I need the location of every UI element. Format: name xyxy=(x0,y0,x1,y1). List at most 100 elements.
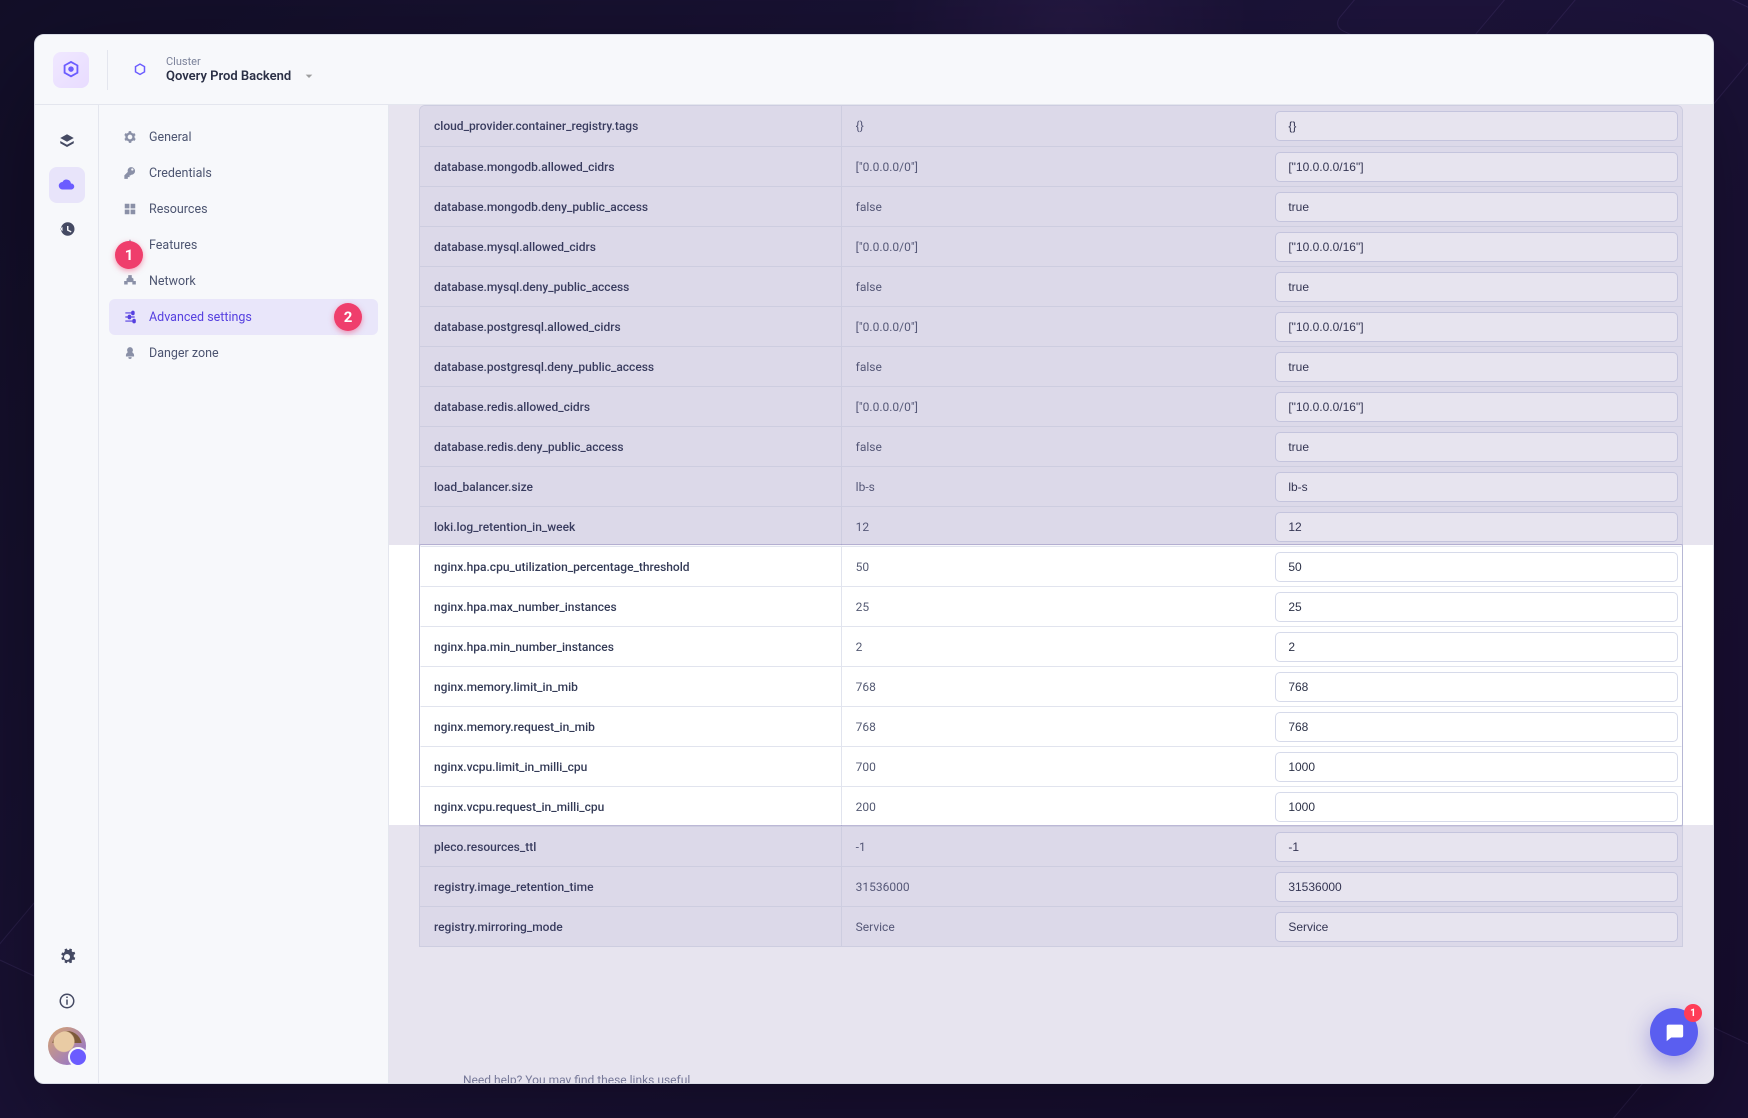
setting-value-input[interactable] xyxy=(1275,472,1678,502)
setting-value-input[interactable] xyxy=(1275,792,1678,822)
left-rail xyxy=(35,105,99,1083)
setting-value-input[interactable] xyxy=(1275,912,1678,942)
snav-item-advanced-settings[interactable]: Advanced settings 2 xyxy=(109,299,378,335)
setting-value-input[interactable] xyxy=(1275,632,1678,662)
setting-value-cell xyxy=(1261,147,1682,186)
setting-default: 200 xyxy=(841,787,1262,826)
setting-default: 768 xyxy=(841,707,1262,746)
setting-default: false xyxy=(841,267,1262,306)
setting-key: load_balancer.size xyxy=(420,467,841,506)
setting-value-cell xyxy=(1261,707,1682,746)
cluster-icon xyxy=(126,56,154,84)
snav-item-general[interactable]: General xyxy=(109,119,378,155)
snav-item-danger-zone[interactable]: Danger zone xyxy=(109,335,378,371)
setting-key: database.mongodb.allowed_cidrs xyxy=(420,147,841,186)
intercom-chat-button[interactable]: 1 xyxy=(1650,1008,1698,1056)
setting-value-input[interactable] xyxy=(1275,352,1678,382)
setting-key: nginx.hpa.max_number_instances xyxy=(420,587,841,626)
callout-pin-1: 1 xyxy=(115,241,143,269)
setting-value-cell xyxy=(1261,867,1682,906)
setting-value-cell xyxy=(1261,347,1682,386)
setting-value-input[interactable] xyxy=(1275,312,1678,342)
setting-value-input[interactable] xyxy=(1275,392,1678,422)
snav-item-resources[interactable]: Resources xyxy=(109,191,378,227)
setting-value-input[interactable] xyxy=(1275,552,1678,582)
snav-label: Network xyxy=(149,274,196,289)
settings-row: nginx.memory.limit_in_mib768 xyxy=(420,666,1682,706)
snav-item-features[interactable]: Features xyxy=(109,227,378,263)
qovery-logo-icon xyxy=(60,59,82,81)
setting-key: nginx.vcpu.request_in_milli_cpu xyxy=(420,787,841,826)
settings-row: load_balancer.sizelb-s xyxy=(420,466,1682,506)
setting-default: 768 xyxy=(841,667,1262,706)
settings-row: database.mysql.deny_public_accessfalse xyxy=(420,266,1682,306)
app-logo xyxy=(53,52,89,88)
rail-item-help[interactable] xyxy=(49,983,85,1019)
settings-row: database.redis.deny_public_accessfalse xyxy=(420,426,1682,466)
chevron-down-icon xyxy=(301,68,317,84)
modal-header: Cluster Qovery Prod Backend xyxy=(35,35,1713,105)
setting-value-cell xyxy=(1261,307,1682,346)
setting-value-input[interactable] xyxy=(1275,152,1678,182)
setting-value-cell xyxy=(1261,106,1682,146)
setting-value-input[interactable] xyxy=(1275,111,1678,141)
snav-item-network[interactable]: Network xyxy=(109,263,378,299)
settings-row: registry.mirroring_modeService xyxy=(420,906,1682,946)
snav-label: Resources xyxy=(149,202,208,217)
setting-value-input[interactable] xyxy=(1275,672,1678,702)
settings-row: loki.log_retention_in_week12 xyxy=(420,506,1682,546)
setting-value-cell xyxy=(1261,547,1682,586)
setting-default: 50 xyxy=(841,547,1262,586)
settings-row: database.postgresql.allowed_cidrs["0.0.0… xyxy=(420,306,1682,346)
setting-default: {} xyxy=(841,106,1262,146)
setting-key: nginx.hpa.cpu_utilization_percentage_thr… xyxy=(420,547,841,586)
settings-row: database.mongodb.deny_public_accessfalse xyxy=(420,186,1682,226)
setting-value-input[interactable] xyxy=(1275,512,1678,542)
header-divider xyxy=(107,50,108,90)
user-avatar[interactable] xyxy=(48,1027,86,1065)
setting-value-input[interactable] xyxy=(1275,272,1678,302)
rail-item-settings[interactable] xyxy=(49,939,85,975)
setting-value-cell xyxy=(1261,227,1682,266)
setting-key: database.mysql.deny_public_access xyxy=(420,267,841,306)
setting-value-input[interactable] xyxy=(1275,832,1678,862)
setting-default: false xyxy=(841,427,1262,466)
cluster-name: Qovery Prod Backend xyxy=(166,69,291,84)
settings-row: database.mongodb.allowed_cidrs["0.0.0.0/… xyxy=(420,146,1682,186)
setting-default: Service xyxy=(841,907,1262,946)
setting-default: false xyxy=(841,187,1262,226)
rail-item-organization[interactable] xyxy=(49,123,85,159)
settings-row: nginx.hpa.min_number_instances2 xyxy=(420,626,1682,666)
setting-default: ["0.0.0.0/0"] xyxy=(841,227,1262,266)
setting-value-cell xyxy=(1261,787,1682,826)
setting-default: false xyxy=(841,347,1262,386)
cluster-label: Cluster xyxy=(166,55,317,68)
settings-row: nginx.hpa.max_number_instances25 xyxy=(420,586,1682,626)
setting-key: cloud_provider.container_registry.tags xyxy=(420,106,841,146)
settings-row: nginx.hpa.cpu_utilization_percentage_thr… xyxy=(420,546,1682,586)
snav-item-credentials[interactable]: Credentials xyxy=(109,155,378,191)
rail-item-clusters[interactable] xyxy=(49,167,85,203)
rail-item-history[interactable] xyxy=(49,211,85,247)
snav-label: Danger zone xyxy=(149,346,219,361)
setting-key: registry.image_retention_time xyxy=(420,867,841,906)
setting-value-input[interactable] xyxy=(1275,712,1678,742)
setting-value-input[interactable] xyxy=(1275,432,1678,462)
setting-value-cell xyxy=(1261,667,1682,706)
setting-key: nginx.memory.limit_in_mib xyxy=(420,667,841,706)
setting-default: 12 xyxy=(841,507,1262,546)
snav-label: Advanced settings xyxy=(149,310,252,325)
setting-key: loki.log_retention_in_week xyxy=(420,507,841,546)
setting-value-cell xyxy=(1261,827,1682,866)
setting-value-input[interactable] xyxy=(1275,232,1678,262)
setting-value-input[interactable] xyxy=(1275,872,1678,902)
setting-value-cell xyxy=(1261,747,1682,786)
setting-default: ["0.0.0.0/0"] xyxy=(841,147,1262,186)
setting-value-input[interactable] xyxy=(1275,592,1678,622)
setting-value-input[interactable] xyxy=(1275,192,1678,222)
snav-label: Credentials xyxy=(149,166,212,181)
cluster-selector[interactable]: Cluster Qovery Prod Backend xyxy=(166,55,317,84)
setting-value-input[interactable] xyxy=(1275,752,1678,782)
setting-key: database.postgresql.allowed_cidrs xyxy=(420,307,841,346)
settings-row: nginx.vcpu.request_in_milli_cpu200 xyxy=(420,786,1682,826)
